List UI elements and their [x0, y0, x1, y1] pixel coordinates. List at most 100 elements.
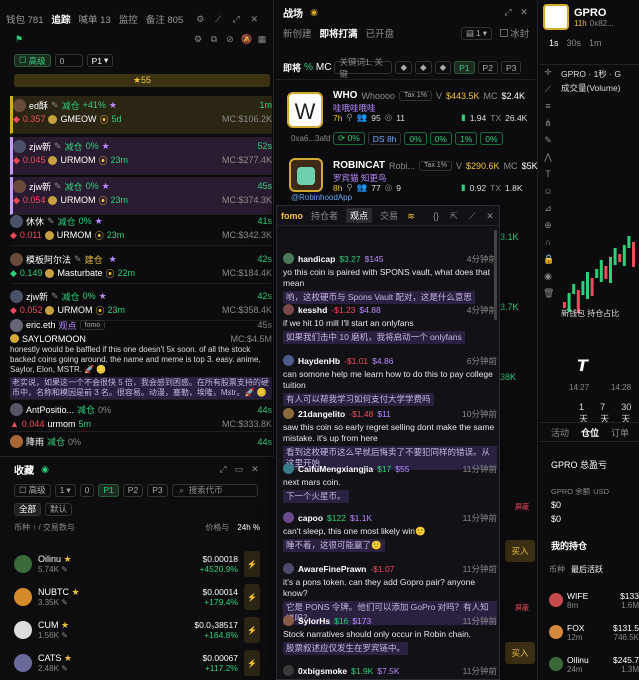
star-icon[interactable]: ★: [95, 216, 103, 227]
comment-user[interactable]: capoo: [298, 513, 323, 523]
star-icon[interactable]: ★: [99, 291, 107, 302]
expand-icon[interactable]: ⤢: [231, 14, 241, 24]
settings-icon[interactable]: ⚙: [195, 14, 205, 24]
favorite-row[interactable]: Oilinu ★ 5.74K ✎ $0.00018 +4520.9% ⚡: [0, 549, 274, 579]
filter-icon[interactable]: ≋: [406, 211, 416, 221]
text-icon[interactable]: T: [543, 169, 553, 186]
comment[interactable]: handicap $3.27 $145 4分钟前 yo this coin is pai…: [277, 252, 497, 304]
quick-buy-button[interactable]: ⚡: [244, 551, 260, 577]
line-tool-icon[interactable]: ⟋: [543, 84, 553, 101]
comment[interactable]: HaydenHb -$1.01 $4.86 6分钟前 can somone help m…: [277, 354, 497, 406]
tab-p3[interactable]: P3: [500, 61, 522, 74]
block-label[interactable]: 屏蔽: [515, 603, 529, 613]
edit-icon[interactable]: ✎: [61, 598, 68, 607]
minimize-icon[interactable]: ▭: [234, 464, 244, 474]
zoom-icon[interactable]: ⊕: [543, 220, 553, 237]
holding-row[interactable]: FOX 12m $131.5 746.5K: [549, 618, 639, 646]
advanced-filter-chip[interactable]: ☐ 高级: [14, 483, 51, 497]
brush-icon[interactable]: ✎: [543, 135, 553, 152]
gear-icon[interactable]: ⚙: [193, 34, 203, 44]
block-label[interactable]: 屏蔽: [515, 502, 529, 512]
edit-icon[interactable]: ✎: [61, 565, 68, 574]
magnet-icon[interactable]: ∩: [543, 237, 553, 254]
trade-item[interactable]: zjw新 ✎ 减仓 0% ★ 52s ◆ 0.045 URMOM ⦿ 23m MC:$277.4K: [10, 137, 272, 175]
comment[interactable]: CaifuMengxiangjia $17 $55 11分钟前 next mars co…: [277, 462, 497, 503]
tab-almost-full[interactable]: 即将打满: [320, 26, 358, 40]
fib-icon[interactable]: ⋔: [543, 118, 553, 135]
pct-filter[interactable]: %: [304, 62, 313, 73]
close-icon[interactable]: ✕: [249, 14, 259, 24]
trade-token[interactable]: Masturbate: [57, 268, 102, 278]
pattern-icon[interactable]: ⋀: [543, 152, 553, 169]
lock-icon[interactable]: 🔒: [543, 254, 554, 271]
crosshair-icon[interactable]: ✛: [543, 67, 553, 84]
trade-item[interactable]: 模板阿尔法 ✎ 建仓 ★ 42s ◆ 0.149 Masturbate ⦿ 22m MC:$184.…: [10, 250, 272, 284]
star-icon[interactable]: ★: [109, 254, 117, 265]
quick-buy-button[interactable]: ⚡: [244, 617, 260, 643]
tab-activity[interactable]: 活动: [551, 426, 569, 439]
tab-positions[interactable]: 仓位: [581, 426, 599, 439]
scrollbar[interactable]: [494, 230, 497, 320]
close-icon[interactable]: ✕: [250, 464, 260, 474]
trash-icon[interactable]: 🗑: [543, 288, 554, 305]
count-select[interactable]: 1 ▾: [54, 483, 76, 497]
holding-row[interactable]: WIFE 8m $133 1.6M: [549, 586, 639, 614]
token-address[interactable]: 0x82...: [590, 19, 614, 28]
hline-icon[interactable]: ≡: [543, 101, 553, 118]
eye-icon[interactable]: ◉: [543, 271, 553, 288]
col-last-active[interactable]: 最后活跃: [571, 564, 603, 575]
count-chip[interactable]: 0: [54, 54, 83, 67]
trade-token[interactable]: GMEOW: [60, 114, 96, 124]
token-address[interactable]: 0xa6...3afd: [291, 134, 331, 143]
emoji-icon[interactable]: ☺: [543, 186, 553, 203]
notification-off-icon[interactable]: 🔕: [241, 34, 252, 44]
close-icon[interactable]: ✕: [485, 211, 495, 221]
star-badge[interactable]: ★55: [14, 74, 270, 87]
copy-icon[interactable]: ⧉: [209, 34, 219, 44]
trade-item[interactable]: AntPositio... 减仓 0% 44s ▲ 0.044 urmom 5m…: [10, 402, 272, 432]
col-change[interactable]: 24h %: [237, 523, 260, 532]
tab-all[interactable]: 全部: [14, 502, 42, 516]
trade-item[interactable]: zjw新 ✎ 减仓 0% ★ 45s ◆ 0.054 URMOM ⦿ 23m MC:$374.3K: [10, 177, 272, 215]
tab-holders[interactable]: 持仓者: [311, 209, 338, 222]
interval-30s[interactable]: 30s: [567, 38, 582, 48]
tab-fomo[interactable]: fomo: [281, 211, 303, 221]
trade-token[interactable]: URMOM: [57, 305, 92, 315]
col-token[interactable]: 币种: [549, 564, 565, 575]
interval-1m[interactable]: 1m: [589, 38, 602, 48]
share-icon[interactable]: ⇱: [449, 211, 459, 221]
edit-icon[interactable]: ✎: [47, 216, 55, 227]
tab-calls[interactable]: 喊单 13: [79, 12, 111, 26]
comment-user[interactable]: kesshd: [298, 305, 327, 315]
amount-chip[interactable]: ◆: [434, 61, 452, 74]
token-twitter[interactable]: @RobinhoodApp: [291, 193, 352, 202]
comment[interactable]: SylorHs $16 $173 11分钟前 Stock narratives shou…: [277, 614, 497, 655]
favorite-row[interactable]: NUBTC ★ 3.35K ✎ $0.00014 +179.4% ⚡: [0, 582, 274, 612]
comment-user[interactable]: SylorHs: [298, 616, 330, 626]
star-icon[interactable]: ★: [102, 141, 110, 152]
trader-post[interactable]: eric.eth 观点 fomo 45s SAYLORMOON MC:$4.5M…: [10, 318, 272, 400]
keyword-input[interactable]: 关键词1, 关键: [334, 57, 393, 79]
comment-user[interactable]: HaydenHb: [298, 356, 340, 366]
expand-icon[interactable]: ⤢: [503, 7, 513, 17]
col-token[interactable]: 币种 ↑ / 交易数与: [14, 522, 75, 533]
star-icon[interactable]: ★: [102, 181, 110, 192]
tab-new[interactable]: 新创建: [283, 26, 312, 40]
grid-icon[interactable]: ▦: [257, 34, 267, 44]
amount-chip[interactable]: ◆: [415, 61, 432, 74]
tab-p2[interactable]: P2: [477, 61, 498, 74]
tab-wallets[interactable]: 钱包 781: [6, 12, 44, 26]
trade-item[interactable]: zjw新 ✎ 减仓 0% ★ 42s ◆ 0.052 URMOM ⦿ 23m MC:$358.4K: [10, 287, 272, 321]
tab-p2[interactable]: P2: [122, 483, 144, 497]
trade-token[interactable]: urmom: [47, 419, 75, 429]
tab-opened[interactable]: 已开盘: [366, 26, 395, 40]
tab-opinions[interactable]: 观点: [346, 208, 373, 223]
trade-item[interactable]: 休休 ✎ 减仓 0% ★ 41s ◆ 0.011 URMOM ⦿ 23m MC:$342.3K: [10, 212, 272, 246]
extra-chip[interactable]: 0: [79, 483, 95, 497]
tab-monitor[interactable]: 监控: [119, 12, 138, 26]
quick-buy-button[interactable]: ⚡: [244, 650, 260, 676]
close-icon[interactable]: ✕: [519, 7, 529, 17]
edit-icon[interactable]: ✎: [54, 181, 62, 192]
comment[interactable]: 21dangelito -$1.48 $11 10分钟前 saw this coin s…: [277, 407, 497, 470]
holding-row[interactable]: Oilinu 24m $245.7 1.3M: [549, 650, 639, 678]
